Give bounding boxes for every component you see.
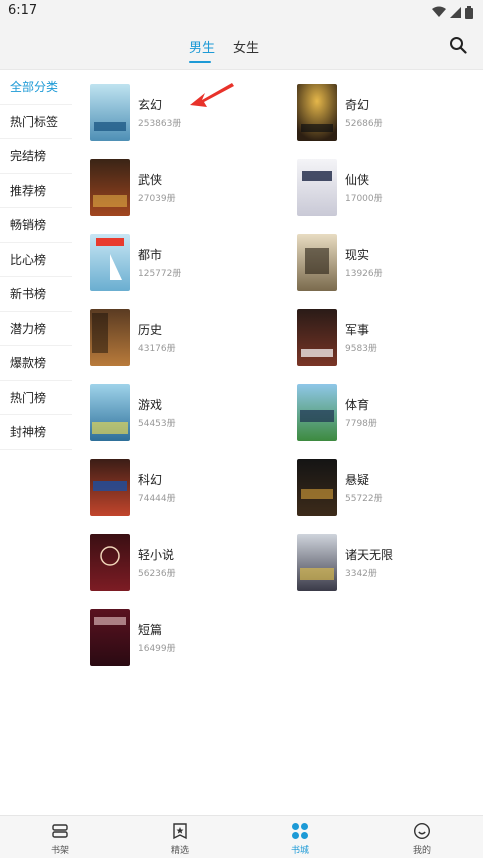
sidebar: 全部分类 热门标签 完结榜 推荐榜 畅销榜 比心榜 新书榜 潜力榜 爆款榜 热门… (0, 70, 72, 450)
category-name: 军事 (345, 323, 370, 337)
category-name: 现实 (345, 248, 370, 262)
book-cover (90, 384, 130, 441)
category-card[interactable]: 游戏 54453册 (90, 384, 290, 442)
sidebar-item-heart[interactable]: 比心榜 (0, 243, 72, 277)
category-count: 55722册 (345, 494, 383, 504)
book-cover (90, 234, 130, 291)
active-tab-indicator (189, 61, 211, 63)
category-count: 13926册 (345, 269, 383, 279)
category-name: 游戏 (138, 398, 163, 412)
nav-featured[interactable]: 精选 (120, 816, 240, 859)
category-card[interactable]: 悬疑 55722册 (297, 459, 483, 517)
category-card[interactable]: 轻小说 56236册 (90, 534, 290, 592)
profile-smile-icon (413, 822, 431, 840)
category-name: 悬疑 (345, 473, 370, 487)
category-count: 3342册 (345, 569, 377, 579)
book-cover (297, 309, 337, 366)
tab-female[interactable]: 女生 (233, 37, 259, 56)
category-count: 7798册 (345, 419, 377, 429)
category-name: 玄幻 (138, 98, 163, 112)
book-cover (297, 234, 337, 291)
book-cover (297, 534, 337, 591)
nav-profile[interactable]: 我的 (362, 816, 482, 859)
category-count: 17000册 (345, 194, 383, 204)
category-name: 体育 (345, 398, 370, 412)
book-cover (90, 309, 130, 366)
status-time: 6:17 (8, 3, 38, 18)
category-name: 仙侠 (345, 173, 370, 187)
category-name: 都市 (138, 248, 163, 262)
category-name: 历史 (138, 323, 163, 337)
book-cover (297, 459, 337, 516)
book-cover (90, 534, 130, 591)
bottom-nav: 书架 精选 书城 我的 (0, 815, 483, 858)
sidebar-item-potential[interactable]: 潜力榜 (0, 312, 72, 346)
category-count: 16499册 (138, 644, 176, 654)
book-cover (90, 84, 130, 141)
category-count: 54453册 (138, 419, 176, 429)
status-bar: 6:17 (0, 0, 483, 24)
category-card[interactable]: 武侠 27039册 (90, 159, 290, 217)
category-count: 125772册 (138, 269, 182, 279)
signal-icon (450, 6, 461, 18)
category-count: 253863册 (138, 119, 182, 129)
category-name: 奇幻 (345, 98, 370, 112)
book-cover (297, 384, 337, 441)
category-count: 74444册 (138, 494, 176, 504)
nav-bookshelf[interactable]: 书架 (0, 816, 120, 859)
sidebar-item-popular[interactable]: 热门榜 (0, 381, 72, 415)
sidebar-item-recommended[interactable]: 推荐榜 (0, 174, 72, 208)
wifi-icon (432, 6, 446, 17)
category-count: 56236册 (138, 569, 176, 579)
category-count: 52686册 (345, 119, 383, 129)
category-card[interactable]: 科幻 74444册 (90, 459, 290, 517)
bookshelf-icon (52, 824, 68, 838)
category-card[interactable]: 诸天无限 3342册 (297, 534, 483, 592)
featured-star-icon (173, 823, 187, 840)
header: 男生 女生 (0, 24, 483, 70)
category-count: 9583册 (345, 344, 377, 354)
sidebar-item-completed[interactable]: 完结榜 (0, 139, 72, 174)
category-card[interactable]: 都市 125772册 (90, 234, 290, 292)
book-cover (90, 459, 130, 516)
sidebar-item-hall-of-fame[interactable]: 封神榜 (0, 415, 72, 450)
bookstore-grid-icon (292, 823, 308, 839)
tab-male[interactable]: 男生 (189, 37, 215, 56)
category-card[interactable]: 仙侠 17000册 (297, 159, 483, 217)
search-icon[interactable] (449, 36, 467, 54)
category-name: 科幻 (138, 473, 163, 487)
category-card[interactable]: 奇幻 52686册 (297, 84, 483, 142)
sidebar-item-viral[interactable]: 爆款榜 (0, 346, 72, 381)
category-name: 轻小说 (138, 548, 175, 562)
category-card[interactable]: 体育 7798册 (297, 384, 483, 442)
nav-bookstore[interactable]: 书城 (240, 816, 360, 859)
nav-label: 书城 (290, 846, 309, 856)
category-card[interactable]: 短篇 16499册 (90, 609, 290, 667)
category-name: 短篇 (138, 623, 163, 637)
nav-label: 我的 (412, 846, 431, 856)
category-card[interactable]: 军事 9583册 (297, 309, 483, 367)
book-cover (90, 609, 130, 666)
category-card[interactable]: 现实 13926册 (297, 234, 483, 292)
category-card[interactable]: 历史 43176册 (90, 309, 290, 367)
status-icons (432, 4, 473, 20)
sidebar-item-hot-tags[interactable]: 热门标签 (0, 105, 72, 139)
annotation-arrow-icon (190, 83, 234, 107)
book-cover (297, 159, 337, 216)
sidebar-item-bestselling[interactable]: 畅销榜 (0, 208, 72, 243)
category-count: 43176册 (138, 344, 176, 354)
nav-label: 书架 (50, 846, 69, 856)
book-cover (297, 84, 337, 141)
battery-icon (465, 5, 473, 19)
category-name: 武侠 (138, 173, 163, 187)
sidebar-item-new-books[interactable]: 新书榜 (0, 277, 72, 312)
category-count: 27039册 (138, 194, 176, 204)
category-name: 诸天无限 (345, 548, 394, 562)
sidebar-item-all-categories[interactable]: 全部分类 (0, 70, 72, 105)
nav-label: 精选 (170, 846, 189, 856)
book-cover (90, 159, 130, 216)
